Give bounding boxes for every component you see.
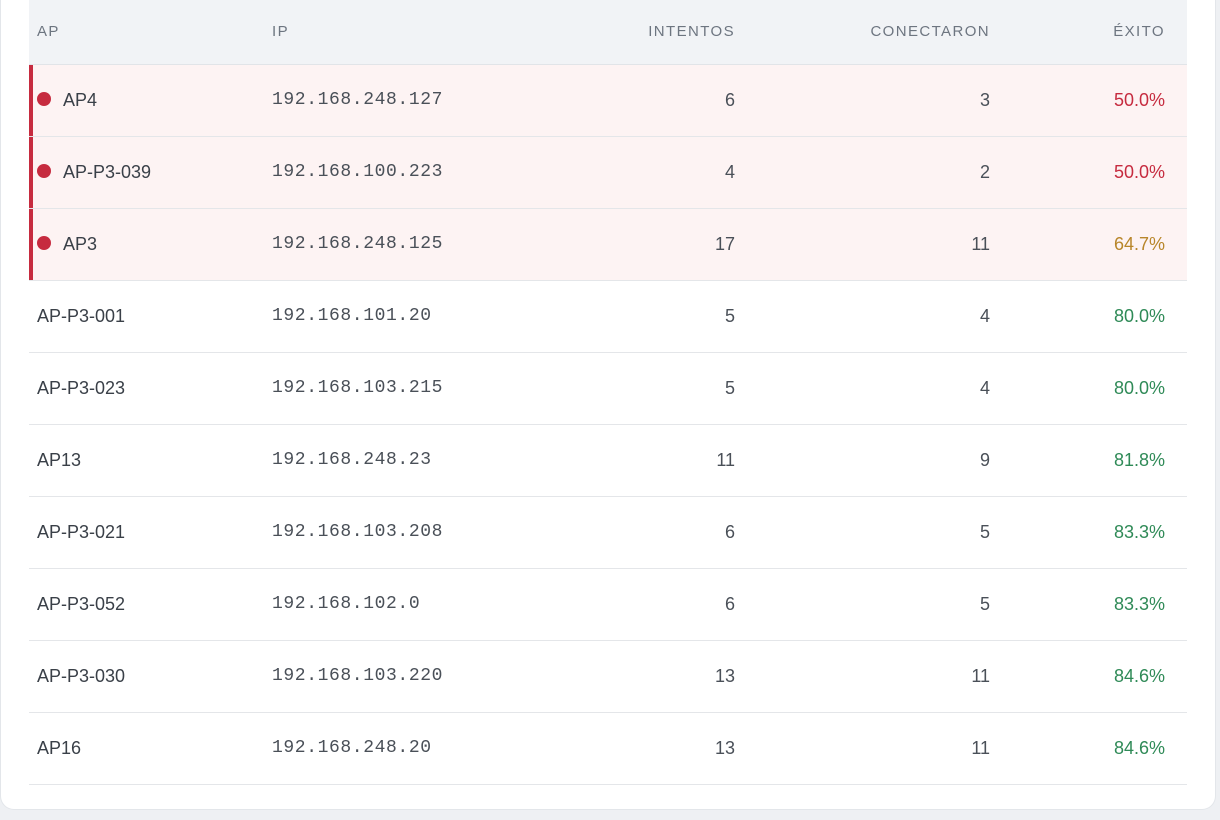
table-row[interactable]: AP3 192.168.248.125 17 11 64.7% [29, 208, 1187, 281]
cell-ap: AP-P3-021 [29, 496, 264, 569]
table-header: AP IP INTENTOS CONECTARON ÉXITO [29, 0, 1187, 65]
cell-ap: AP-P3-039 [29, 136, 264, 209]
cell-ip: 192.168.103.215 [264, 352, 499, 425]
table-row[interactable]: AP16 192.168.248.20 13 11 84.6% [29, 712, 1187, 785]
table-row[interactable]: AP-P3-021 192.168.103.208 6 5 83.3% [29, 496, 1187, 569]
cell-connected: 4 [757, 352, 1012, 425]
column-header-success[interactable]: ÉXITO [1012, 0, 1187, 65]
cell-connected: 4 [757, 280, 1012, 353]
cell-ip: 192.168.102.0 [264, 568, 499, 641]
ap-name: AP3 [63, 233, 98, 254]
cell-ap: AP-P3-052 [29, 568, 264, 641]
cell-connected: 9 [757, 424, 1012, 497]
ap-name: AP-P3-052 [37, 593, 126, 614]
ap-name: AP16 [37, 737, 82, 758]
alert-dot-icon [37, 235, 51, 250]
cell-ip: 192.168.248.127 [264, 64, 499, 137]
ap-name: AP13 [37, 449, 82, 470]
cell-success: 80.0% [1012, 280, 1187, 353]
cell-attempts: 6 [499, 568, 757, 641]
cell-success: 84.6% [1012, 712, 1187, 785]
cell-success: 83.3% [1012, 568, 1187, 641]
cell-ip: 192.168.103.208 [264, 496, 499, 569]
cell-connected: 11 [757, 640, 1012, 713]
cell-ap: AP16 [29, 712, 264, 785]
cell-connected: 11 [757, 712, 1012, 785]
cell-attempts: 13 [499, 712, 757, 785]
ap-name: AP-P3-023 [37, 377, 126, 398]
alert-dot-icon [37, 91, 51, 106]
table-row[interactable]: AP-P3-001 192.168.101.20 5 4 80.0% [29, 280, 1187, 353]
header-row: AP IP INTENTOS CONECTARON ÉXITO [29, 0, 1187, 65]
cell-ap: AP3 [29, 208, 264, 281]
ap-success-table: AP IP INTENTOS CONECTARON ÉXITO AP4 192.1… [29, 0, 1187, 785]
cell-attempts: 6 [499, 64, 757, 137]
alert-dot-icon [37, 163, 51, 178]
cell-attempts: 13 [499, 640, 757, 713]
cell-ap: AP-P3-001 [29, 280, 264, 353]
cell-attempts: 5 [499, 352, 757, 425]
cell-ap: AP-P3-030 [29, 640, 264, 713]
cell-ap: AP-P3-023 [29, 352, 264, 425]
column-header-connected[interactable]: CONECTARON [757, 0, 1012, 65]
column-header-ap[interactable]: AP [29, 0, 264, 65]
cell-success: 50.0% [1012, 136, 1187, 209]
ap-name: AP-P3-039 [63, 161, 152, 182]
ap-name: AP-P3-001 [37, 305, 126, 326]
cell-attempts: 4 [499, 136, 757, 209]
cell-ip: 192.168.248.125 [264, 208, 499, 281]
table-row[interactable]: AP4 192.168.248.127 6 3 50.0% [29, 64, 1187, 137]
cell-ip: 192.168.100.223 [264, 136, 499, 209]
cell-connected: 3 [757, 64, 1012, 137]
ap-success-card: AP IP INTENTOS CONECTARON ÉXITO AP4 192.1… [0, 0, 1216, 810]
cell-attempts: 11 [499, 424, 757, 497]
cell-ip: 192.168.101.20 [264, 280, 499, 353]
cell-attempts: 17 [499, 208, 757, 281]
cell-success: 80.0% [1012, 352, 1187, 425]
cell-ip: 192.168.248.20 [264, 712, 499, 785]
cell-attempts: 6 [499, 496, 757, 569]
table-body: AP4 192.168.248.127 6 3 50.0% AP-P3-039 192.16… [29, 64, 1187, 785]
cell-ip: 192.168.248.23 [264, 424, 499, 497]
cell-ap: AP13 [29, 424, 264, 497]
cell-connected: 2 [757, 136, 1012, 209]
table-row[interactable]: AP13 192.168.248.23 11 9 81.8% [29, 424, 1187, 497]
cell-success: 64.7% [1012, 208, 1187, 281]
cell-success: 50.0% [1012, 64, 1187, 137]
table-row[interactable]: AP-P3-023 192.168.103.215 5 4 80.0% [29, 352, 1187, 425]
cell-connected: 5 [757, 496, 1012, 569]
cell-ip: 192.168.103.220 [264, 640, 499, 713]
cell-success: 81.8% [1012, 424, 1187, 497]
cell-success: 83.3% [1012, 496, 1187, 569]
cell-success: 84.6% [1012, 640, 1187, 713]
cell-connected: 11 [757, 208, 1012, 281]
column-header-attempts[interactable]: INTENTOS [499, 0, 757, 65]
cell-ap: AP4 [29, 64, 264, 137]
table-row[interactable]: AP-P3-039 192.168.100.223 4 2 50.0% [29, 136, 1187, 209]
cell-attempts: 5 [499, 280, 757, 353]
table-row[interactable]: AP-P3-030 192.168.103.220 13 11 84.6% [29, 640, 1187, 713]
ap-name: AP-P3-030 [37, 665, 126, 686]
ap-name: AP4 [63, 89, 98, 110]
ap-name: AP-P3-021 [37, 521, 126, 542]
column-header-ip[interactable]: IP [264, 0, 499, 65]
table-row[interactable]: AP-P3-052 192.168.102.0 6 5 83.3% [29, 568, 1187, 641]
cell-connected: 5 [757, 568, 1012, 641]
